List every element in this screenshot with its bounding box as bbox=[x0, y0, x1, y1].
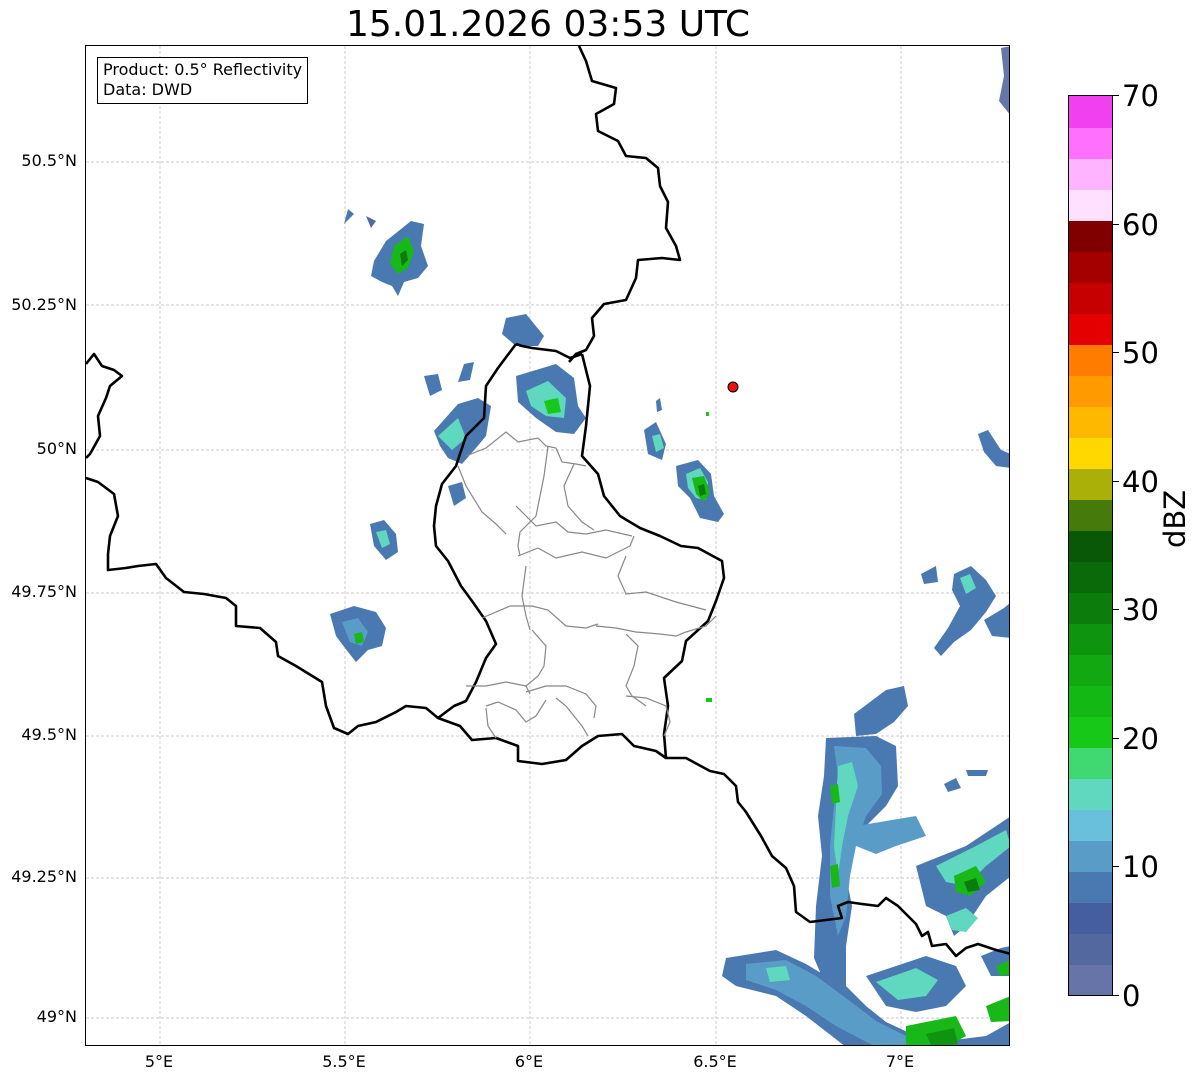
colorbar-segment bbox=[1069, 778, 1112, 810]
colorbar-segment bbox=[1069, 406, 1112, 438]
colorbar-segment bbox=[1069, 468, 1112, 500]
colorbar-segment bbox=[1069, 685, 1112, 717]
colorbar-segment bbox=[1069, 561, 1112, 593]
colorbar-segment bbox=[1069, 654, 1112, 686]
colorbar-tick bbox=[1113, 95, 1119, 96]
colorbar-unit-label: dBZ bbox=[1158, 489, 1192, 548]
lat-label-49-25: 49.25°N bbox=[11, 867, 77, 886]
colorbar-segment bbox=[1069, 716, 1112, 748]
colorbar-tick bbox=[1113, 352, 1119, 353]
colorbar-segment bbox=[1069, 437, 1112, 469]
colorbar-tick bbox=[1113, 995, 1119, 996]
colorbar-segment bbox=[1069, 530, 1112, 562]
colorbar-label-50: 50 bbox=[1122, 336, 1159, 370]
lat-label-50-25: 50.25°N bbox=[11, 295, 77, 314]
colorbar-label-0: 0 bbox=[1122, 979, 1141, 1013]
lat-label-50: 50°N bbox=[36, 439, 77, 458]
colorbar-segment bbox=[1069, 840, 1112, 872]
colorbar-label-40: 40 bbox=[1122, 465, 1159, 499]
colorbar-tick bbox=[1113, 481, 1119, 482]
radar-map-canvas bbox=[86, 46, 1009, 1045]
colorbar-segment bbox=[1069, 127, 1112, 159]
lat-label-50-5: 50.5°N bbox=[21, 151, 77, 170]
colorbar-segment bbox=[1069, 96, 1112, 128]
radar-echoes bbox=[330, 46, 1009, 1045]
radar-map bbox=[85, 45, 1010, 1046]
lon-label-7: 7°E bbox=[885, 1052, 915, 1071]
colorbar-tick bbox=[1113, 609, 1119, 610]
product-label: Product: 0.5° Reflectivity bbox=[103, 60, 303, 79]
lat-label-49-5: 49.5°N bbox=[21, 725, 77, 744]
data-source-label: Data: DWD bbox=[103, 80, 193, 99]
map-title: 15.01.2026 03:53 UTC bbox=[345, 4, 751, 45]
colorbar-label-70: 70 bbox=[1122, 79, 1159, 113]
colorbar-label-30: 30 bbox=[1122, 593, 1159, 627]
colorbar-label-20: 20 bbox=[1122, 722, 1159, 756]
colorbar-segment bbox=[1069, 313, 1112, 345]
colorbar-segment bbox=[1069, 375, 1112, 407]
colorbar-segment bbox=[1069, 747, 1112, 779]
colorbar-segment bbox=[1069, 623, 1112, 655]
lon-label-6-5: 6.5°E bbox=[693, 1052, 737, 1071]
product-info-box: Product: 0.5° Reflectivity Data: DWD bbox=[97, 57, 309, 104]
dbz-colorbar bbox=[1068, 95, 1113, 996]
colorbar-segment bbox=[1069, 871, 1112, 903]
colorbar-segment bbox=[1069, 344, 1112, 376]
colorbar-segment bbox=[1069, 592, 1112, 624]
colorbar-label-10: 10 bbox=[1122, 850, 1159, 884]
colorbar-label-60: 60 bbox=[1122, 208, 1159, 242]
lon-label-6: 6°E bbox=[514, 1052, 544, 1071]
colorbar-segment bbox=[1069, 809, 1112, 841]
lat-label-49: 49°N bbox=[36, 1007, 77, 1026]
colorbar-segment bbox=[1069, 158, 1112, 190]
colorbar-segment bbox=[1069, 964, 1112, 995]
lat-label-49-75: 49.75°N bbox=[11, 582, 77, 601]
graticule bbox=[86, 46, 1009, 1045]
colorbar-segment bbox=[1069, 220, 1112, 252]
lon-label-5-5: 5.5°E bbox=[322, 1052, 366, 1071]
colorbar-tick bbox=[1113, 738, 1119, 739]
colorbar-tick bbox=[1113, 224, 1119, 225]
lon-label-5: 5°E bbox=[144, 1052, 174, 1071]
radar-site-marker bbox=[727, 381, 739, 393]
colorbar-segment bbox=[1069, 282, 1112, 314]
colorbar-segment bbox=[1069, 499, 1112, 531]
colorbar-segment bbox=[1069, 902, 1112, 934]
colorbar-tick bbox=[1113, 866, 1119, 867]
colorbar-segment bbox=[1069, 933, 1112, 965]
colorbar-segment bbox=[1069, 251, 1112, 283]
colorbar-segment bbox=[1069, 189, 1112, 221]
